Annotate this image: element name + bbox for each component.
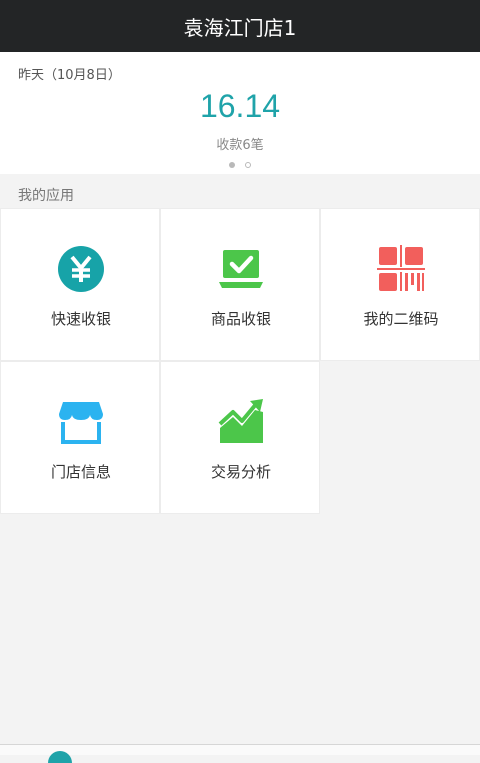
app-store-info[interactable]: 门店信息 (0, 361, 160, 514)
trend-chart-icon (218, 399, 263, 443)
summary-date: 昨天（10月8日） (18, 68, 121, 83)
store-title: 袁海江门店1 (183, 15, 297, 40)
app-label: 我的二维码 (363, 310, 439, 328)
summary-transaction-count: 收款6笔 (216, 138, 264, 153)
storefront-icon (59, 402, 103, 444)
app-my-qr-code[interactable]: 我的二维码 (320, 208, 480, 361)
app-label: 快速收银 (50, 310, 111, 328)
yuan-coin-icon (58, 246, 104, 292)
laptop-check-icon (219, 250, 263, 288)
qr-code-icon (377, 245, 425, 291)
summary-amount: 16.14 (199, 88, 281, 124)
app-label: 交易分析 (210, 463, 271, 481)
app-transaction-analysis[interactable]: 交易分析 (160, 361, 320, 514)
app-quick-checkout[interactable]: 快速收银 (0, 208, 160, 361)
carousel-dot-inactive (245, 162, 251, 168)
my-apps-section-title: 我的应用 (18, 188, 74, 204)
daily-summary-card[interactable]: 昨天（10月8日） 16.14 收款6笔 (0, 52, 480, 174)
carousel-indicator (0, 162, 480, 168)
bottom-tab-bar[interactable] (0, 745, 480, 755)
top-bar: 袁海江门店1 (0, 0, 480, 52)
app-label: 门店信息 (50, 463, 111, 481)
app-label: 商品收银 (210, 310, 271, 328)
app-product-checkout[interactable]: 商品收银 (160, 208, 320, 361)
carousel-dot-active (229, 162, 235, 168)
